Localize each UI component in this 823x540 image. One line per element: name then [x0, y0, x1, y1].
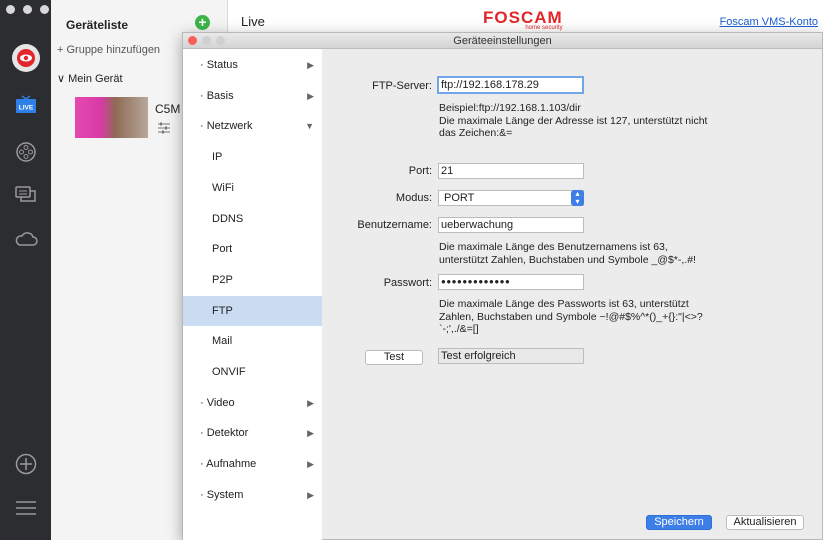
mode-label: Modus:: [395, 192, 432, 204]
nav-item-label: · Netzwerk: [200, 120, 253, 133]
nav-item-label: DDNS: [212, 212, 244, 225]
nav-item-label: Port: [212, 243, 233, 256]
nav-item-label: IP: [212, 151, 223, 164]
add-device-button[interactable]: +: [195, 15, 210, 30]
menu-icon[interactable]: [14, 496, 38, 520]
nav-item-label: · Status: [200, 59, 238, 71]
refresh-button[interactable]: Aktualisieren: [726, 515, 804, 530]
nav-item-ddns[interactable]: DDNS: [183, 204, 322, 234]
test-result-field: Test erfolgreich: [438, 348, 584, 364]
device-settings-dialog: Geräteeinstellungen · Status ▶ · Basis ▶ · N…: [182, 32, 823, 540]
nav-item-label: Mail: [212, 335, 233, 348]
nav-item-label: · Video: [200, 396, 235, 409]
nav-item-label: P2P: [212, 273, 233, 286]
port-label: Port:: [408, 165, 432, 177]
dialog-maximize-button[interactable]: [216, 36, 225, 45]
app-window: LIVE Geräteliste + + Gruppe hinzufügen ∨…: [0, 0, 823, 540]
ftp-server-hint: Beispiel:ftp://192.168.1.103/dir Die max…: [439, 102, 708, 139]
nav-item-label: ONVIF: [212, 366, 246, 378]
chat-icon[interactable]: [14, 183, 38, 207]
nav-item-label: · Basis: [200, 89, 234, 102]
nav-item-label: · Aufnahme: [200, 458, 257, 471]
dialog-titlebar: Geräteeinstellungen: [183, 33, 822, 49]
group-label: Mein Gerät: [68, 73, 123, 85]
logo-icon[interactable]: [12, 44, 40, 72]
live-title: Live: [241, 14, 265, 29]
dialog-window-controls: [188, 36, 225, 45]
save-button[interactable]: Speichern: [646, 515, 712, 530]
chevron-right-icon: ▶: [307, 489, 314, 500]
nav-item-label: · Detektor: [200, 427, 249, 440]
camera-name[interactable]: C5M: [155, 102, 180, 116]
select-arrows-icon: ▴ ▾: [571, 190, 584, 206]
nav-item-label: · System: [200, 488, 244, 501]
sliders-icon[interactable]: [157, 122, 171, 137]
ftp-server-label: FTP-Server:: [372, 80, 432, 92]
dialog-minimize-button[interactable]: [202, 36, 211, 45]
chevron-right-icon: ▶: [307, 397, 314, 408]
username-hint: Die maximale Länge des Benutzernamens is…: [439, 241, 696, 266]
svg-text:LIVE: LIVE: [19, 105, 34, 112]
password-hint: Die maximale Länge des Passworts ist 63,…: [439, 298, 703, 335]
password-input[interactable]: ●●●●●●●●●●●●●: [438, 274, 584, 290]
left-sidebar: LIVE: [0, 0, 51, 540]
nav-item-aufnahme[interactable]: · Aufnahme ▶: [183, 449, 322, 479]
chevron-right-icon: ▶: [307, 60, 314, 70]
film-reel-icon[interactable]: [14, 140, 38, 164]
nav-item-ftp[interactable]: FTP: [183, 295, 322, 326]
username-label: Benutzername:: [357, 219, 432, 231]
close-window-button[interactable]: [6, 5, 15, 14]
minimize-window-button[interactable]: [23, 5, 32, 14]
nav-item-wifi[interactable]: WiFi: [183, 173, 322, 203]
nav-item-label: FTP: [212, 304, 233, 317]
dialog-close-button[interactable]: [188, 36, 197, 45]
nav-item-onvif[interactable]: ONVIF: [183, 357, 322, 387]
nav-item-mail[interactable]: Mail: [183, 326, 322, 356]
ftp-settings-form: FTP-Server: ftp://192.168.178.29 Beispie…: [322, 49, 823, 540]
nav-item-p2p[interactable]: P2P: [183, 265, 322, 295]
cloud-icon[interactable]: [14, 227, 38, 251]
nav-item-status[interactable]: · Status ▶: [183, 50, 322, 80]
top-bar: Live FOSCAM home security Foscam VMS-Kont…: [228, 0, 823, 32]
nav-item-port[interactable]: Port: [183, 234, 322, 264]
vms-account-link[interactable]: Foscam VMS-Konto: [720, 16, 818, 28]
dialog-title: Geräteeinstellungen: [453, 35, 552, 47]
mode-selected-value: PORT: [444, 192, 475, 204]
window-controls: [6, 5, 49, 14]
live-icon[interactable]: LIVE: [14, 93, 38, 117]
nav-item-system[interactable]: · System ▶: [183, 480, 322, 510]
nav-item-video[interactable]: · Video ▶: [183, 388, 322, 418]
nav-item-ip[interactable]: IP: [183, 142, 322, 172]
test-button[interactable]: Test: [365, 350, 423, 365]
port-input[interactable]: 21: [438, 163, 584, 179]
device-list-title: Geräteliste: [66, 18, 129, 32]
nav-item-netzwerk[interactable]: · Netzwerk ▼: [183, 111, 322, 141]
ftp-server-input[interactable]: ftp://192.168.178.29: [437, 76, 584, 94]
add-group-button[interactable]: + Gruppe hinzufügen: [57, 44, 160, 56]
chevron-down-icon: ∨: [57, 73, 69, 85]
add-circle-icon[interactable]: [14, 452, 38, 476]
camera-thumbnail[interactable]: [75, 97, 148, 138]
chevron-right-icon: ▶: [307, 90, 314, 101]
nav-item-detektor[interactable]: · Detektor ▶: [183, 418, 322, 448]
nav-item-label: WiFi: [212, 181, 234, 194]
chevron-down-icon: ▼: [305, 121, 314, 132]
chevron-right-icon: ▶: [307, 459, 314, 470]
password-label: Passwort:: [383, 277, 432, 289]
username-input[interactable]: ueberwachung: [438, 217, 584, 233]
group-header[interactable]: ∨ Mein Gerät: [57, 72, 123, 85]
foscam-logo: FOSCAM home security: [483, 8, 563, 31]
nav-item-basis[interactable]: · Basis ▶: [183, 81, 322, 111]
chevron-right-icon: ▶: [307, 428, 314, 439]
mode-select[interactable]: PORT ▴ ▾: [438, 190, 584, 206]
maximize-window-button[interactable]: [40, 5, 49, 14]
settings-nav: · Status ▶ · Basis ▶ · Netzwerk ▼ IP WiFi DDNS Po…: [183, 49, 322, 540]
